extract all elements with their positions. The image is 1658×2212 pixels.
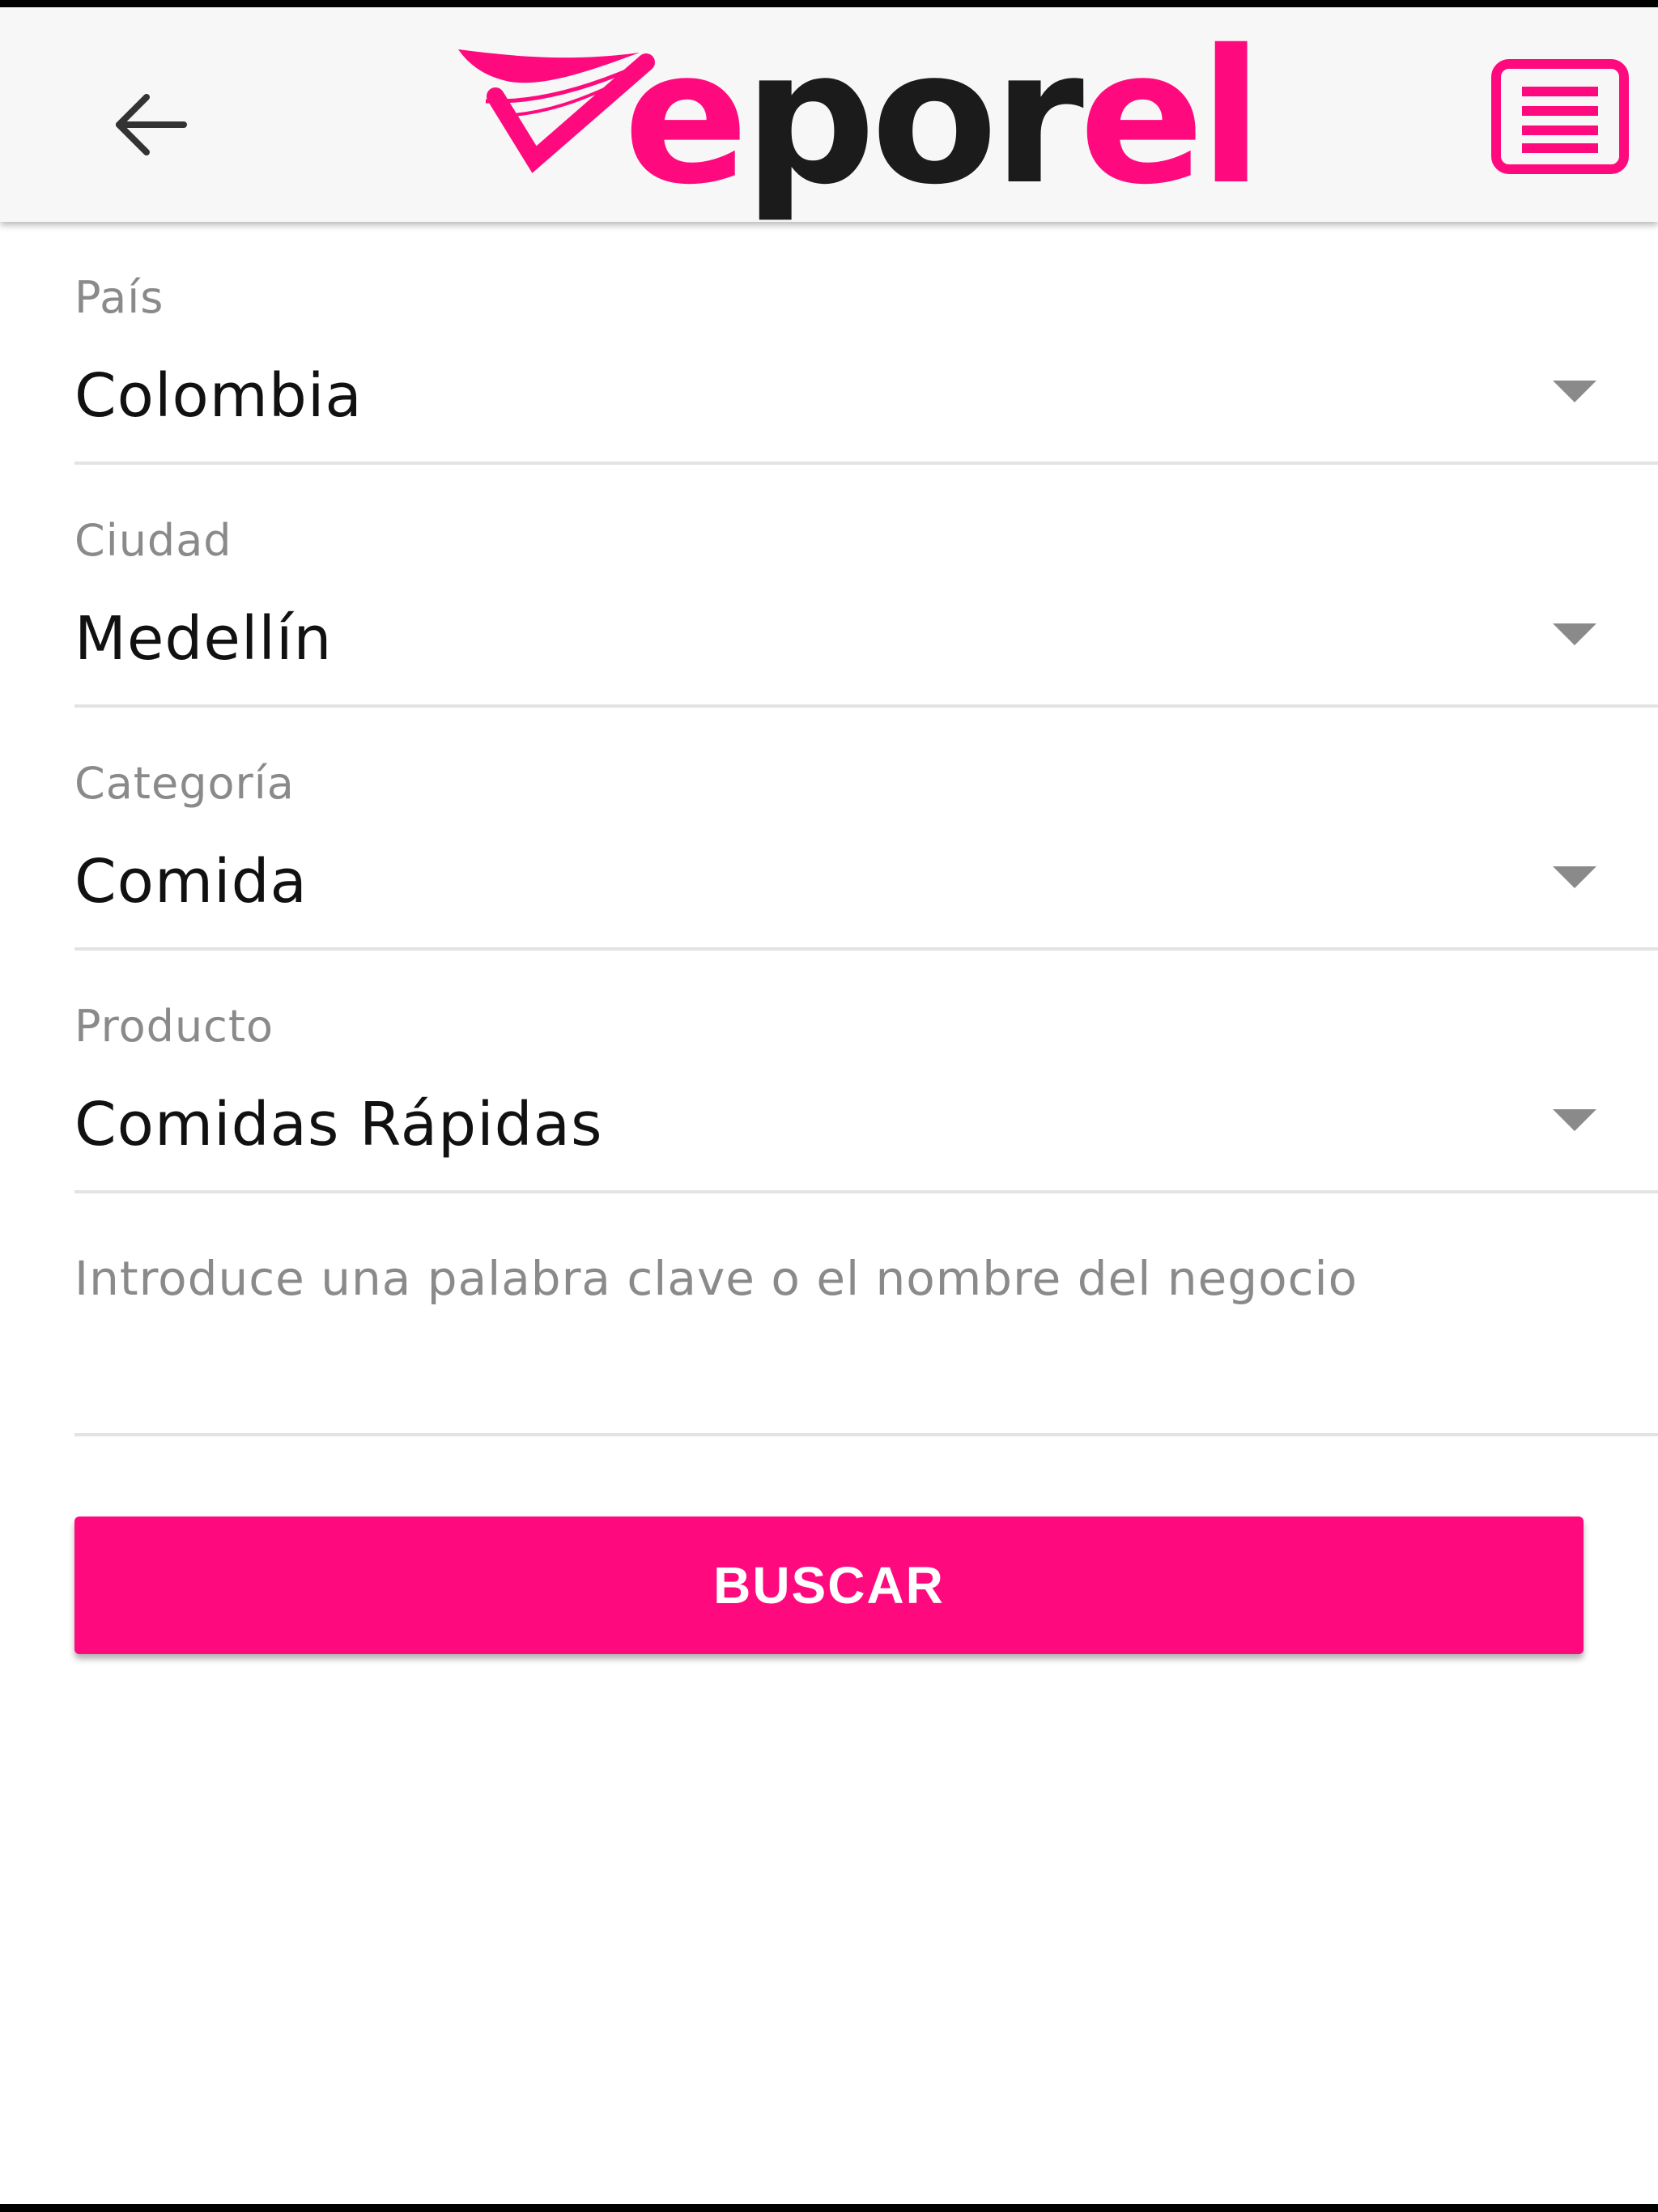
back-button[interactable] — [97, 72, 202, 177]
logo-text-suffix: el — [1078, 10, 1263, 225]
country-value: Colombia — [74, 361, 363, 431]
menu-list-icon — [1491, 59, 1629, 174]
city-label: Ciudad — [74, 515, 232, 566]
app-header: eporel — [0, 7, 1658, 222]
search-button[interactable]: BUSCAR — [74, 1516, 1584, 1654]
category-select[interactable]: Categoría Comida — [74, 708, 1658, 951]
keyword-input[interactable] — [74, 1242, 1613, 1315]
menu-button[interactable] — [1491, 59, 1629, 174]
arrow-left-icon — [116, 94, 187, 155]
city-select[interactable]: Ciudad Medellín — [74, 465, 1658, 708]
app-screen: eporel País Colombia Ciudad Medellín Cat… — [0, 7, 1658, 2204]
logo-wordmark: eporel — [623, 25, 1263, 210]
brand-logo: eporel — [453, 25, 1312, 210]
dropdown-caret-icon — [1553, 381, 1596, 402]
product-value: Comidas Rápidas — [74, 1090, 603, 1159]
category-label: Categoría — [74, 758, 295, 809]
country-label: País — [74, 272, 164, 323]
country-select[interactable]: País Colombia — [74, 222, 1658, 465]
dropdown-caret-icon — [1553, 1109, 1596, 1131]
logo-text-middle: por — [743, 10, 1084, 225]
product-select[interactable]: Producto Comidas Rápidas — [74, 951, 1658, 1193]
logo-text-prefix: e — [623, 10, 749, 225]
dropdown-caret-icon — [1553, 866, 1596, 888]
city-value: Medellín — [74, 604, 333, 674]
category-value: Comida — [74, 847, 308, 917]
keyword-field — [74, 1193, 1658, 1436]
product-label: Producto — [74, 1001, 274, 1052]
dropdown-caret-icon — [1553, 623, 1596, 645]
